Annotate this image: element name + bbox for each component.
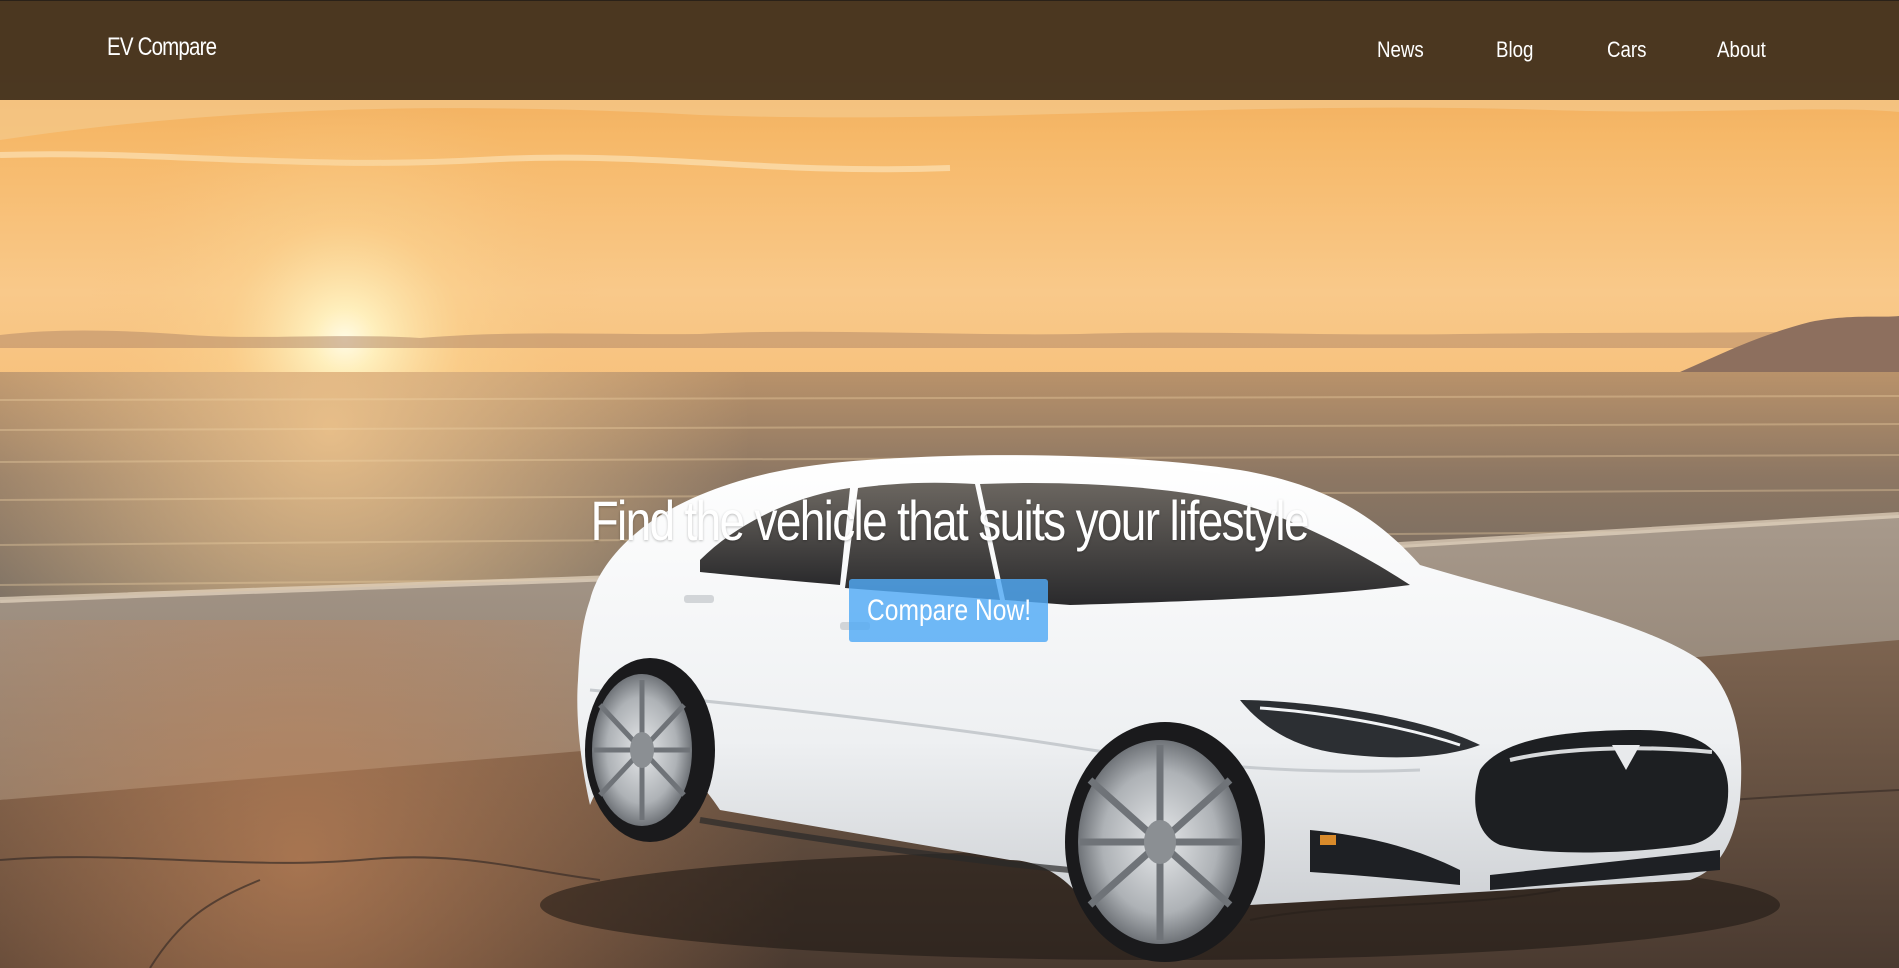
nav-link-blog[interactable]: Blog bbox=[1496, 37, 1533, 63]
compare-now-button[interactable]: Compare Now! bbox=[849, 579, 1048, 642]
hero-headline: Find the vehicle that suits your lifesty… bbox=[590, 489, 1310, 552]
compare-now-label: Compare Now! bbox=[867, 593, 1032, 627]
nav-link-about[interactable]: About bbox=[1717, 37, 1766, 63]
navbar: EV Compare News Blog Cars About bbox=[0, 0, 1899, 100]
nav-link-news[interactable]: News bbox=[1377, 37, 1424, 63]
nav-link-cars[interactable]: Cars bbox=[1607, 37, 1646, 63]
page: EV Compare News Blog Cars About Find the… bbox=[0, 0, 1899, 968]
nav-links: News Blog Cars About bbox=[0, 37, 1899, 67]
hero-background-image bbox=[0, 0, 1899, 968]
